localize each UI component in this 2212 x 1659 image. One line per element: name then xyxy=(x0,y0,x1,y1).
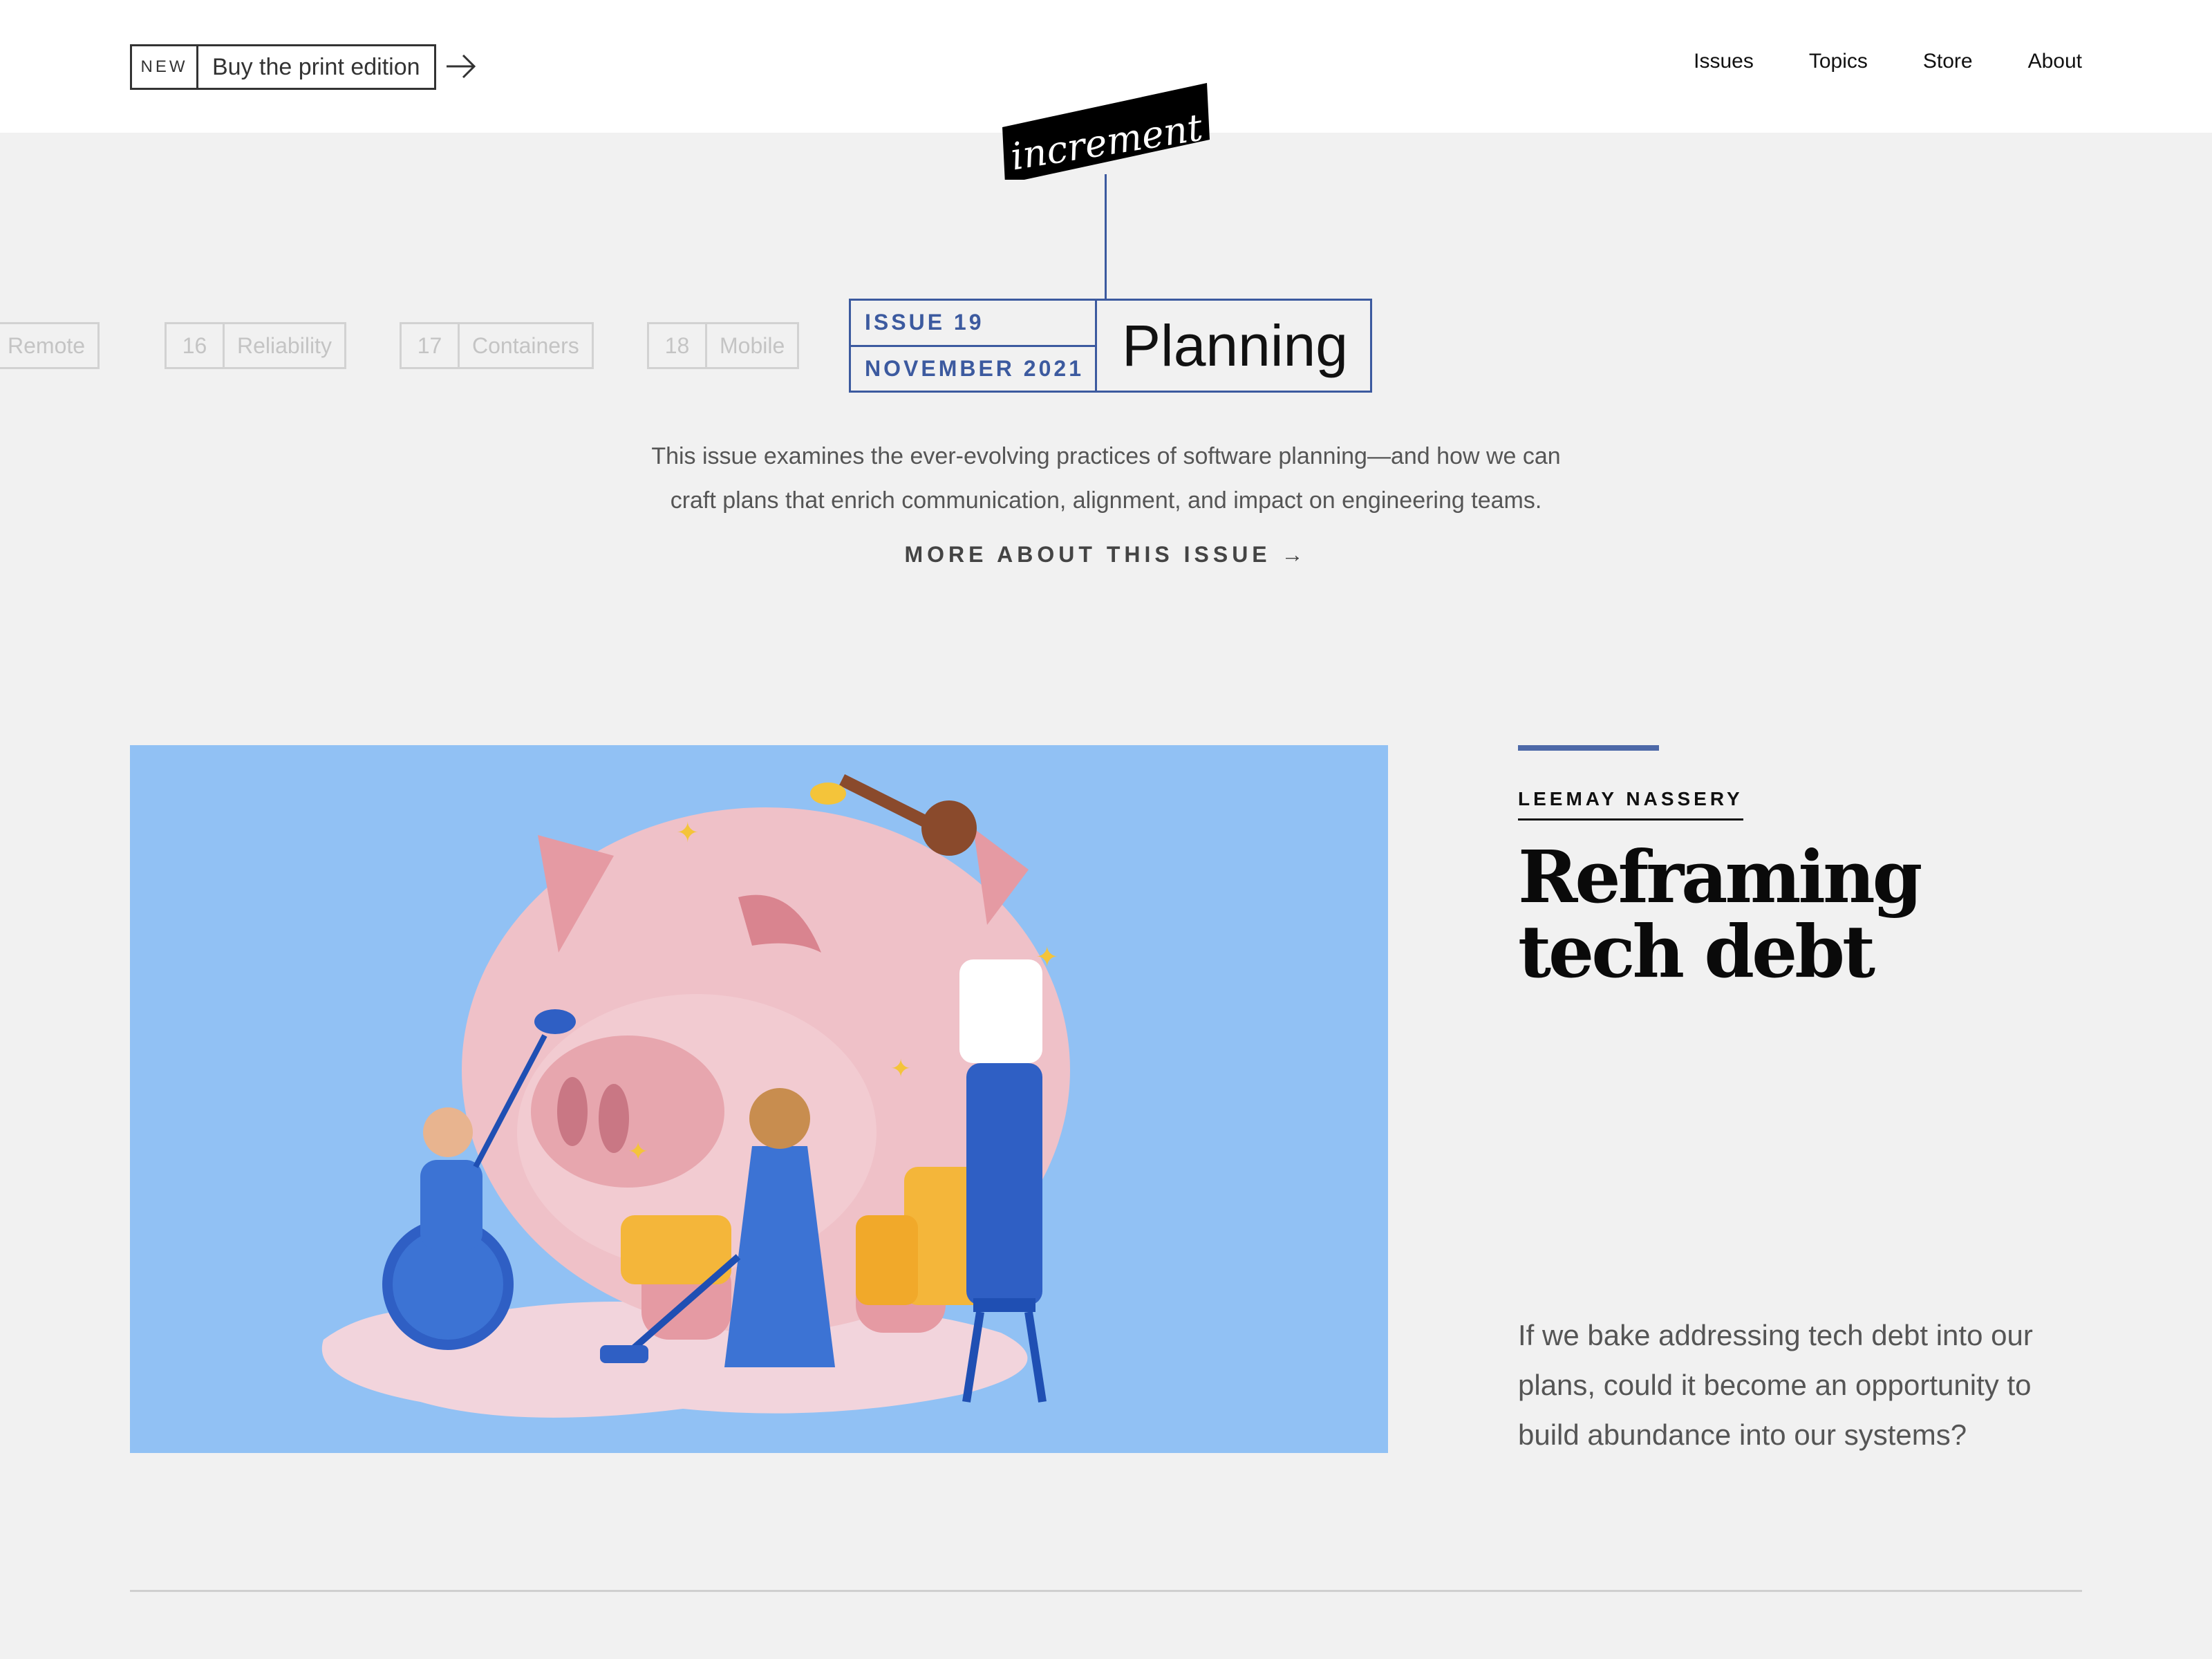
main-nav: Issues Topics Store About xyxy=(1694,50,2082,73)
intro-line-1: This issue examines the ever-evolving pr… xyxy=(651,443,1561,469)
feature-illustration[interactable]: ✦ ✦ ✦ ✦ xyxy=(130,745,1388,1453)
section-divider xyxy=(130,1590,2082,1592)
headline-line-2: tech debt xyxy=(1518,909,1875,994)
accent-bar xyxy=(1518,745,1659,751)
buy-print-edition-link[interactable]: NEW Buy the print edition xyxy=(130,44,436,90)
issue-number: ISSUE 19 xyxy=(851,301,1095,347)
tab-name: Mobile xyxy=(720,332,785,358)
intro-line-2: craft plans that enrich communication, a… xyxy=(670,487,1542,514)
tab-number: 16 xyxy=(167,324,225,367)
svg-text:✦: ✦ xyxy=(1035,942,1059,973)
tab-name: Containers xyxy=(472,332,579,358)
tab-reliability[interactable]: 16 Reliability xyxy=(165,322,346,369)
arrow-right-icon[interactable] xyxy=(447,51,477,82)
nav-about[interactable]: About xyxy=(2028,50,2082,73)
current-issue-tab[interactable]: ISSUE 19 NOVEMBER 2021 Planning xyxy=(849,299,1372,393)
logo-connector-line xyxy=(1105,174,1107,299)
tab-number: 17 xyxy=(402,324,460,367)
feature-headline[interactable]: Reframing tech debt xyxy=(1518,840,2099,989)
author-link[interactable]: LEEMAY NASSERY xyxy=(1518,788,1743,821)
issue-date: NOVEMBER 2021 xyxy=(865,355,1084,381)
svg-text:✦: ✦ xyxy=(890,1054,911,1082)
piggy-bank-illustration: ✦ ✦ ✦ ✦ xyxy=(130,745,1388,1453)
issue-intro: This issue examines the ever-evolving pr… xyxy=(553,434,1659,523)
nav-issues[interactable]: Issues xyxy=(1694,50,1754,73)
feature-dek: If we bake addressing tech debt into our… xyxy=(1518,1319,2033,1451)
new-badge: NEW xyxy=(132,46,198,88)
buy-print-label: Buy the print edition xyxy=(212,53,420,80)
tab-containers[interactable]: 17 Containers xyxy=(400,322,594,369)
headline-line-1: Reframing xyxy=(1518,834,1922,919)
tab-remote[interactable]: Remote xyxy=(0,322,100,369)
more-about-issue-link[interactable]: MORE ABOUT THIS ISSUE → xyxy=(0,542,2212,568)
nav-store[interactable]: Store xyxy=(1923,50,1973,73)
issue-title: Planning xyxy=(1122,312,1348,378)
svg-text:✦: ✦ xyxy=(676,818,700,848)
tab-number: 18 xyxy=(649,324,707,367)
tab-name: Remote xyxy=(8,332,86,358)
issue-meta: ISSUE 19 NOVEMBER 2021 xyxy=(851,301,1097,391)
svg-text:✦: ✦ xyxy=(628,1137,648,1165)
tab-mobile[interactable]: 18 Mobile xyxy=(647,322,800,369)
tab-name: Reliability xyxy=(237,332,332,358)
feature-text: LEEMAY NASSERY Reframing tech debt xyxy=(1518,745,2099,989)
issue-tabs: Remote 16 Reliability 17 Containers 18 M… xyxy=(0,322,830,369)
increment-logo[interactable]: increment xyxy=(1002,83,1210,180)
nav-topics[interactable]: Topics xyxy=(1809,50,1868,73)
